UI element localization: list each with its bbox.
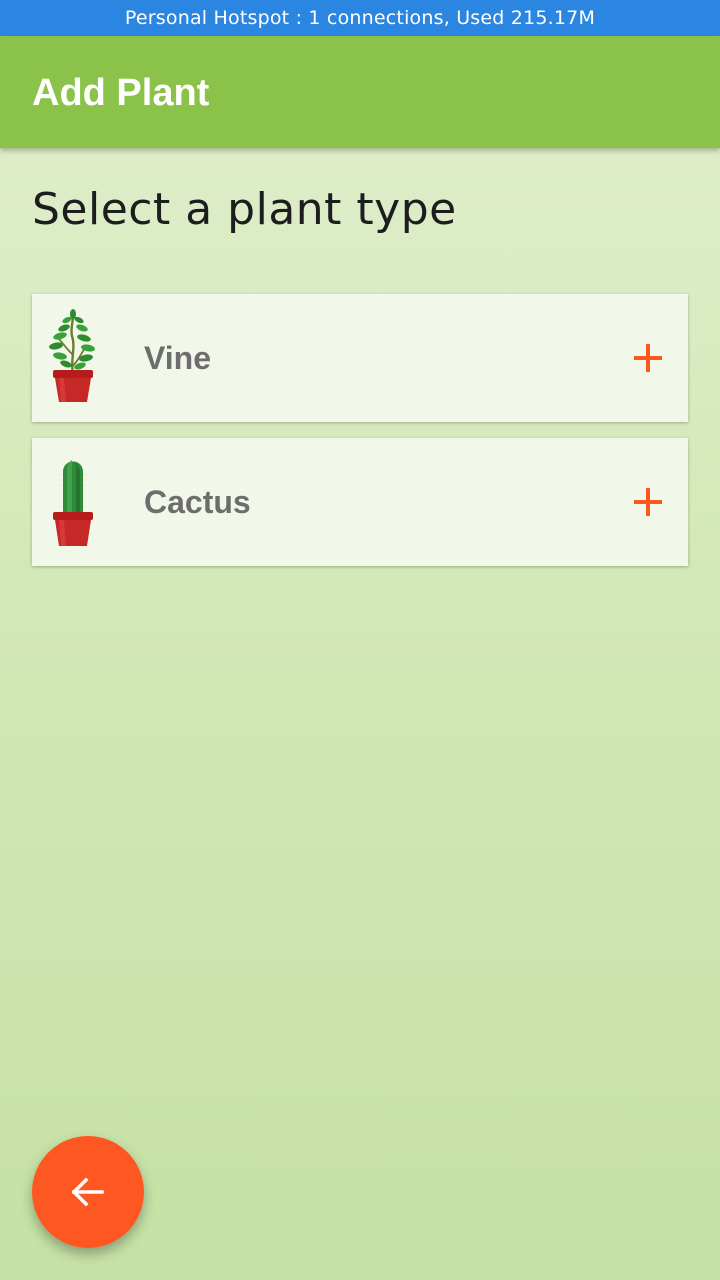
status-bar-text: Personal Hotspot : 1 connections, Used 2… — [124, 7, 596, 29]
app-bar: Add Plant — [0, 36, 720, 148]
page-heading: Select a plant type — [32, 184, 457, 235]
plant-type-label: Vine — [144, 340, 211, 376]
status-bar: Personal Hotspot : 1 connections, Used 2… — [0, 0, 720, 36]
arrow-back-icon — [71, 1177, 104, 1207]
cactus-plant-icon — [53, 456, 93, 546]
add-cactus-plus-icon[interactable] — [624, 478, 672, 526]
plant-type-label: Cactus — [144, 484, 251, 520]
app-title: Add Plant — [32, 72, 210, 114]
vine-plant-icon — [49, 309, 95, 402]
back-fab-button[interactable] — [32, 1136, 144, 1248]
plant-type-item-cactus[interactable]: Cactus — [32, 438, 688, 566]
plant-type-item-vine[interactable]: Vine — [32, 294, 688, 422]
add-vine-plus-icon[interactable] — [624, 334, 672, 382]
